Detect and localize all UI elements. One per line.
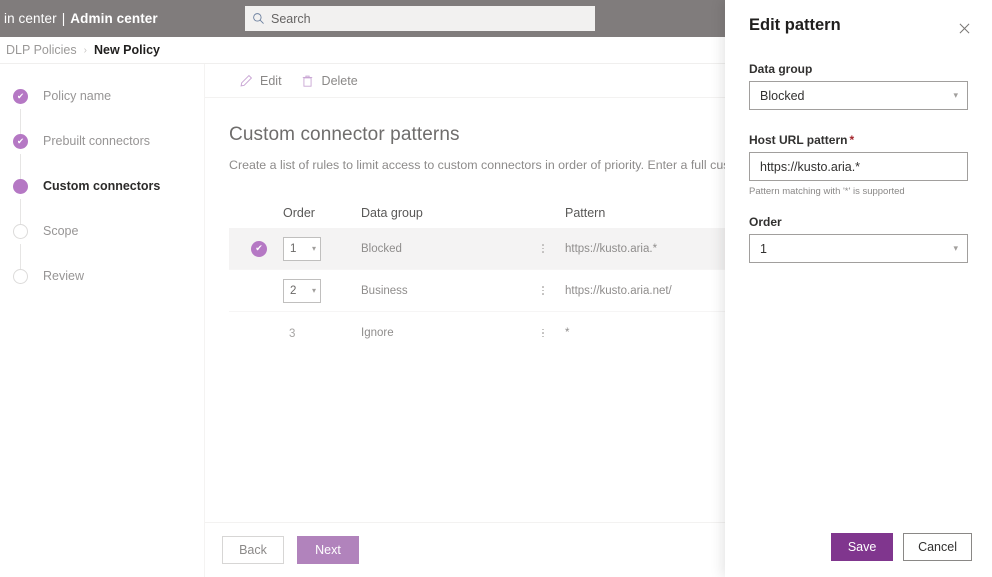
row-data-group: Ignore	[361, 327, 394, 339]
panel-header: Edit pattern	[725, 0, 992, 42]
row-data-group: Business	[361, 284, 408, 297]
search-input[interactable]	[271, 7, 571, 30]
suite-bar-divider: |	[61, 11, 66, 26]
delete-button[interactable]: Delete	[291, 66, 367, 96]
chevron-down-icon: ▾	[311, 244, 316, 253]
search-box[interactable]	[245, 6, 595, 31]
row-overflow-menu[interactable]	[521, 244, 565, 253]
chevron-down-icon: ▾	[953, 90, 958, 100]
sidebar-item-label: Scope	[43, 224, 79, 238]
chevron-down-icon: ▾	[953, 243, 958, 253]
sidebar-item-review[interactable]: Review	[13, 266, 84, 286]
required-marker: *	[849, 133, 855, 147]
host-url-hint: Pattern matching with '*' is supported	[749, 186, 905, 197]
sidebar-item-label: Policy name	[43, 89, 112, 103]
row-order-cell: 3	[283, 324, 361, 342]
data-group-dropdown[interactable]: Blocked ▾	[749, 81, 968, 110]
data-group-label: Data group	[749, 62, 813, 76]
step-status-pending-icon	[13, 223, 28, 239]
host-url-input[interactable]	[749, 152, 968, 181]
sidebar-item-label: Custom connectors	[43, 179, 161, 193]
order-label: Order	[749, 215, 782, 229]
breadcrumb-separator: ›	[83, 44, 87, 56]
sidebar-item-policy-name[interactable]: ✔ Policy name	[13, 86, 111, 106]
breadcrumb-item-new-policy: New Policy	[93, 43, 160, 57]
row-order-cell[interactable]: 1 ▾	[283, 236, 361, 261]
host-url-label-text: Host URL pattern	[749, 133, 848, 147]
host-url-field: Host URL pattern* Pattern matching with …	[749, 133, 968, 197]
table-header-order: Order	[283, 206, 315, 220]
step-status-pending-icon	[13, 268, 28, 284]
more-vertical-icon	[521, 286, 565, 295]
edit-button-label: Edit	[260, 73, 282, 88]
close-icon[interactable]	[950, 14, 978, 42]
step-status-current-icon	[13, 178, 28, 194]
cancel-button[interactable]: Cancel	[903, 533, 972, 561]
save-button[interactable]: Save	[831, 533, 894, 561]
next-button[interactable]: Next	[297, 536, 359, 564]
order-dropdown-value: 1	[290, 242, 297, 255]
sidebar-item-label: Prebuilt connectors	[43, 134, 151, 148]
sidebar-item-scope[interactable]: Scope	[13, 221, 78, 241]
pencil-icon	[238, 73, 253, 88]
order-field: Order 1 ▾	[749, 215, 968, 263]
order-dropdown[interactable]: 1 ▾	[283, 236, 321, 261]
sidebar-item-custom-connectors[interactable]: Custom connectors	[13, 176, 160, 196]
more-vertical-icon	[521, 328, 565, 338]
back-button[interactable]: Back	[222, 536, 284, 564]
order-dropdown-value: 2	[290, 284, 297, 297]
step-status-check-icon: ✔	[13, 133, 28, 149]
order-value: 1	[760, 241, 767, 256]
edit-button[interactable]: Edit	[229, 66, 291, 96]
delete-button-label: Delete	[321, 73, 358, 88]
row-overflow-menu[interactable]	[521, 328, 565, 338]
suite-bar-title: in center | Admin center	[0, 11, 158, 26]
table-header-data-group: Data group	[361, 206, 423, 220]
host-url-label: Host URL pattern *	[749, 133, 968, 147]
edit-pattern-panel: Edit pattern Data group Blocked ▾ Host U…	[725, 0, 992, 577]
row-overflow-menu[interactable]	[521, 286, 565, 295]
trash-icon	[300, 73, 315, 88]
row-select-cell[interactable]: ✔	[251, 240, 283, 257]
row-data-group: Blocked	[361, 242, 402, 255]
app-name: Admin center	[70, 11, 158, 26]
row-order-cell[interactable]: 2 ▾	[283, 278, 361, 303]
row-selected-check-icon: ✔	[251, 240, 267, 257]
order-dropdown[interactable]: 1 ▾	[749, 234, 968, 263]
data-group-value: Blocked	[760, 88, 805, 103]
tenant-name-truncated: in center	[4, 11, 57, 26]
search-icon	[245, 12, 271, 25]
panel-body: Data group Blocked ▾ Host URL pattern* P…	[725, 42, 992, 263]
panel-footer: Save Cancel	[725, 517, 992, 577]
row-order-value: 3	[289, 328, 296, 340]
more-vertical-icon	[521, 244, 565, 253]
order-dropdown[interactable]: 2 ▾	[283, 278, 321, 303]
wizard-rail: ✔ Policy name ✔ Prebuilt connectors Cust…	[0, 64, 205, 577]
sidebar-item-label: Review	[43, 269, 84, 283]
chevron-down-icon: ▾	[311, 286, 316, 295]
sidebar-item-prebuilt-connectors[interactable]: ✔ Prebuilt connectors	[13, 131, 150, 151]
panel-title: Edit pattern	[749, 16, 841, 34]
breadcrumb-item-dlp-policies[interactable]: DLP Policies	[6, 43, 77, 57]
data-group-field: Data group Blocked ▾	[749, 62, 968, 110]
step-status-check-icon: ✔	[13, 88, 28, 104]
